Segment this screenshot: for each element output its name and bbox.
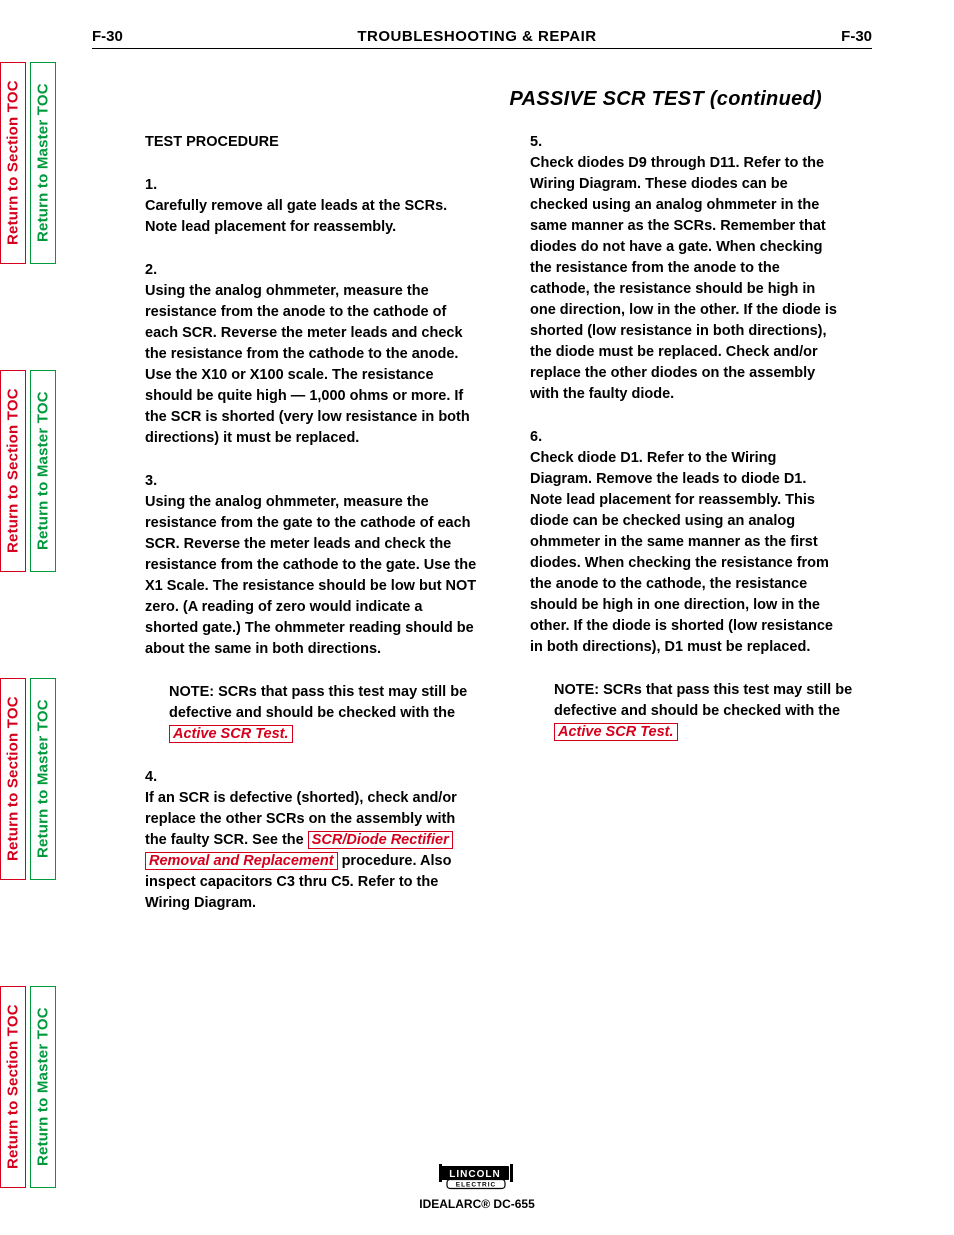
return-section-toc-3[interactable]: Return to Section TOC	[0, 678, 26, 880]
return-master-toc-1[interactable]: Return to Master TOC	[30, 62, 56, 264]
step-text: Carefully remove all gate leads at the S…	[145, 196, 477, 238]
step-text: Check diode D1. Refer to the Wiring Diag…	[530, 448, 842, 658]
step-num: 1.	[145, 175, 169, 196]
step-3: 3. Using the analog ohmmeter, measure th…	[145, 471, 505, 660]
step-num: 3.	[145, 471, 169, 492]
step-1: 1. Carefully remove all gate leads at th…	[145, 175, 505, 238]
page-code-left: F-30	[92, 28, 123, 45]
note-heading: NOTE:	[169, 684, 214, 700]
page-title: TROUBLESHOOTING & REPAIR	[357, 28, 596, 45]
return-master-toc-3[interactable]: Return to Master TOC	[30, 678, 56, 880]
return-section-toc-4[interactable]: Return to Section TOC	[0, 986, 26, 1188]
note-block-right: NOTE: SCRs that pass this test may still…	[530, 680, 870, 743]
step-6: 6. Check diode D1. Refer to the Wiring D…	[530, 427, 870, 658]
return-section-toc-2[interactable]: Return to Section TOC	[0, 370, 26, 572]
scr-diode-rectifier-link-a[interactable]: SCR/Diode Rectifier	[308, 831, 453, 849]
active-scr-test-link[interactable]: Active SCR Test.	[554, 723, 678, 741]
return-master-toc-2[interactable]: Return to Master TOC	[30, 370, 56, 572]
subtitle: PASSIVE SCR TEST (continued)	[510, 88, 823, 111]
return-master-toc-4[interactable]: Return to Master TOC	[30, 986, 56, 1188]
logo-bottom-text: ELECTRIC	[456, 1182, 497, 1189]
test-name: PASSIVE SCR TEST	[510, 88, 704, 110]
step-num: 5.	[530, 132, 554, 153]
procedure-heading: TEST PROCEDURE	[145, 132, 505, 153]
step-text: If an SCR is defective (shorted), check …	[145, 788, 477, 914]
step-text: Using the analog ohmmeter, measure the r…	[145, 281, 477, 449]
active-scr-test-link[interactable]: Active SCR Test.	[169, 725, 293, 743]
right-column: 5. Check diodes D9 through D11. Refer to…	[530, 132, 870, 765]
footer-model: IDEALARC® DC-655	[419, 1197, 535, 1211]
step-num: 6.	[530, 427, 554, 448]
step-5: 5. Check diodes D9 through D11. Refer to…	[530, 132, 870, 405]
step-4: 4. If an SCR is defective (shorted), che…	[145, 767, 505, 914]
step-num: 2.	[145, 260, 169, 281]
page-code-right: F-30	[841, 28, 872, 45]
lincoln-electric-logo: LINCOLN ELECTRIC	[437, 1164, 517, 1195]
page: Return to Section TOC Return to Master T…	[0, 0, 954, 1235]
note-block: NOTE: SCRs that pass this test may still…	[145, 682, 505, 745]
step-text: Check diodes D9 through D11. Refer to th…	[530, 153, 842, 405]
step-num: 4.	[145, 767, 169, 788]
note-heading: NOTE:	[554, 682, 599, 698]
left-column: TEST PROCEDURE 1. Carefully remove all g…	[145, 132, 505, 937]
return-section-toc-1[interactable]: Return to Section TOC	[0, 62, 26, 264]
scr-diode-rectifier-link-b[interactable]: Removal and Replacement	[145, 852, 338, 870]
note-body: SCRs that pass this test may still be de…	[554, 682, 852, 719]
header-rule	[92, 48, 872, 49]
logo-top-text: LINCOLN	[449, 1169, 500, 1180]
continued-label: (continued)	[710, 88, 822, 110]
step-text: Using the analog ohmmeter, measure the r…	[145, 492, 477, 660]
step-2: 2. Using the analog ohmmeter, measure th…	[145, 260, 505, 449]
note-body: SCRs that pass this test may still be de…	[169, 684, 467, 721]
